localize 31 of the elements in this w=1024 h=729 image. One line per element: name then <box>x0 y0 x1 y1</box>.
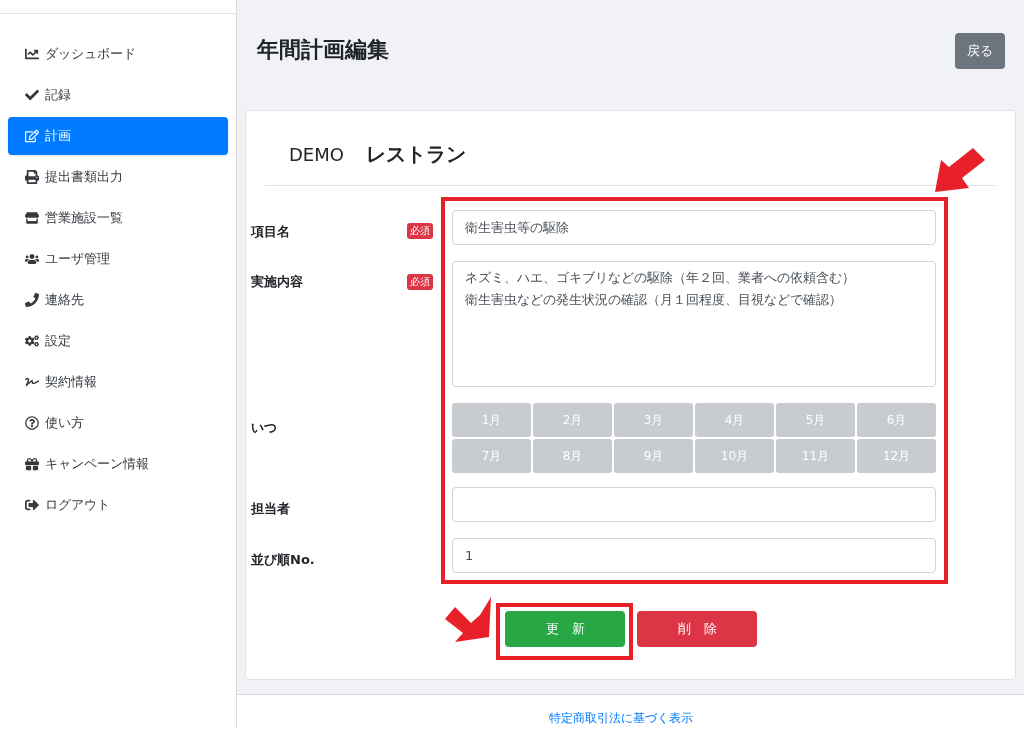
required-badge: 必須 <box>407 223 433 239</box>
field-label: 項目名 <box>251 224 290 239</box>
field-label: 並び順No. <box>251 552 315 567</box>
page-title: 年間計画編集 <box>257 36 389 64</box>
field-label: 担当者 <box>251 501 290 516</box>
text-line: ネズミ、ハエ、ゴキブリなどの駆除（年２回、業者への依頼含む） <box>465 269 855 287</box>
back-button[interactable]: 戻る <box>955 33 1005 69</box>
sidebar-item[interactable]: 提出書類出力 <box>8 158 228 196</box>
field-label: いつ <box>251 420 277 435</box>
sidebar-item[interactable]: 連絡先 <box>8 281 228 319</box>
sidebar-item[interactable]: 使い方 <box>8 404 228 442</box>
sidebar-item[interactable]: 契約情報 <box>8 363 228 401</box>
text-field[interactable]: 衛生害虫等の駆除 <box>452 210 936 245</box>
facility-name: レストラン <box>365 141 466 168</box>
text-field[interactable]: 1 <box>452 538 936 573</box>
facility-prefix: DEMO <box>289 142 344 167</box>
footer-link[interactable]: 特定商取引法に基づく表示 <box>548 709 713 727</box>
sidebar-item[interactable]: ログアウト <box>8 486 228 524</box>
sidebar-item[interactable]: ダッシュボード <box>8 35 228 73</box>
required-badge: 必須 <box>407 274 433 290</box>
sidebar-item[interactable]: 計画 <box>8 117 228 155</box>
sidebar-item[interactable]: 営業施設一覧 <box>8 199 228 237</box>
text-area[interactable]: ネズミ、ハエ、ゴキブリなどの駆除（年２回、業者への依頼含む） 衛生害虫などの発生状況の確認（月１回程度、目視などで確認） <box>452 261 936 387</box>
sidebar-item[interactable]: ユーザ管理 <box>8 240 228 278</box>
delete-button[interactable]: 削 除 <box>637 611 757 647</box>
update-button[interactable]: 更 新 <box>505 611 625 647</box>
field-label: 実施内容 <box>251 274 303 289</box>
sidebar-item[interactable]: 設定 <box>8 322 228 360</box>
text-line: 衛生害虫などの発生状況の確認（月１回程度、目視などで確認） <box>465 291 842 309</box>
sidebar-item[interactable]: 記録 <box>8 76 228 114</box>
sidebar-item[interactable]: キャンペーン情報 <box>8 445 228 483</box>
